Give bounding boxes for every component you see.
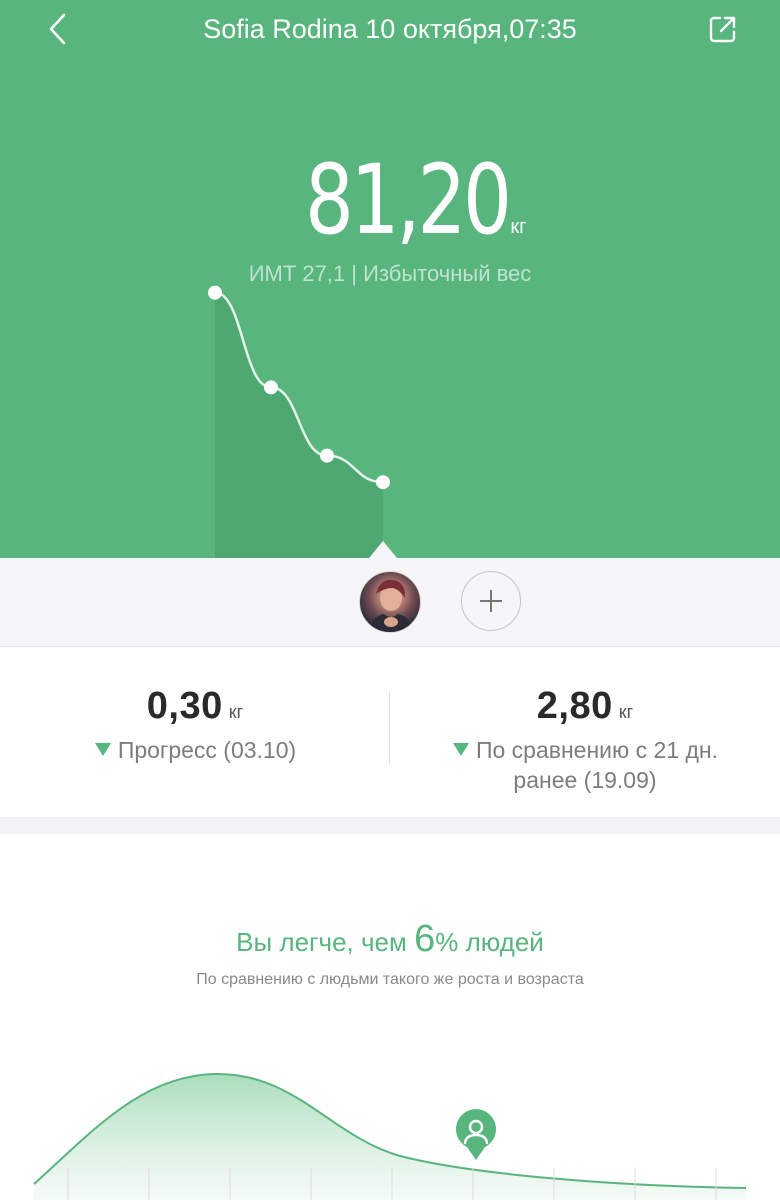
weight-detail-screen: Sofia Rodina 10 октября,07:35 81,20 кг ИМ… bbox=[0, 0, 780, 1200]
progress-stat: 0,30 кг Прогресс (03.10) bbox=[0, 647, 390, 817]
progress-label: Прогресс (03.10) bbox=[117, 737, 297, 763]
trend-point[interactable] bbox=[376, 475, 390, 490]
trend-point[interactable] bbox=[264, 380, 278, 395]
weight-change-stats: 0,30 кг Прогресс (03.10) 2,80 кг По сравне… bbox=[0, 647, 780, 817]
trend-point[interactable] bbox=[320, 448, 334, 463]
heading-prefix: Вы легче, чем bbox=[236, 927, 415, 957]
comparison-subtitle: По сравнению с людьми такого же роста и … bbox=[196, 971, 584, 988]
compare-label: По сравнению с 21 дн. ранее (19.09) bbox=[475, 737, 719, 793]
percent-value: 6 bbox=[414, 918, 436, 960]
distribution-curve bbox=[33, 1072, 747, 1200]
distribution-area bbox=[34, 1073, 746, 1200]
compare-unit: кг bbox=[618, 702, 634, 722]
population-comparison: Вы легче, чем 6% людей По сравнению с лю… bbox=[0, 834, 780, 1200]
heading-suffix: % людей bbox=[435, 927, 544, 957]
progress-value: 0,30 bbox=[146, 685, 223, 727]
plus-icon bbox=[480, 590, 502, 612]
avatar[interactable] bbox=[359, 571, 421, 633]
down-triangle-icon bbox=[94, 743, 111, 756]
user-pin-icon bbox=[455, 1109, 496, 1160]
avatar-photo bbox=[368, 579, 414, 632]
add-profile-button[interactable] bbox=[461, 571, 521, 631]
profile-switcher bbox=[0, 558, 780, 647]
compare-stat: 2,80 кг По сравнению с 21 дн. ранее (19.0… bbox=[390, 647, 780, 817]
progress-unit: кг bbox=[228, 702, 244, 722]
compare-value: 2,80 bbox=[536, 685, 613, 727]
weight-trend-chart[interactable] bbox=[0, 0, 780, 558]
trend-point[interactable] bbox=[208, 285, 222, 300]
down-triangle-icon bbox=[452, 743, 469, 756]
weight-header: Sofia Rodina 10 октября,07:35 81,20 кг ИМ… bbox=[0, 0, 780, 558]
comparison-heading: Вы легче, чем 6% людей bbox=[0, 914, 780, 964]
section-separator bbox=[0, 817, 780, 834]
